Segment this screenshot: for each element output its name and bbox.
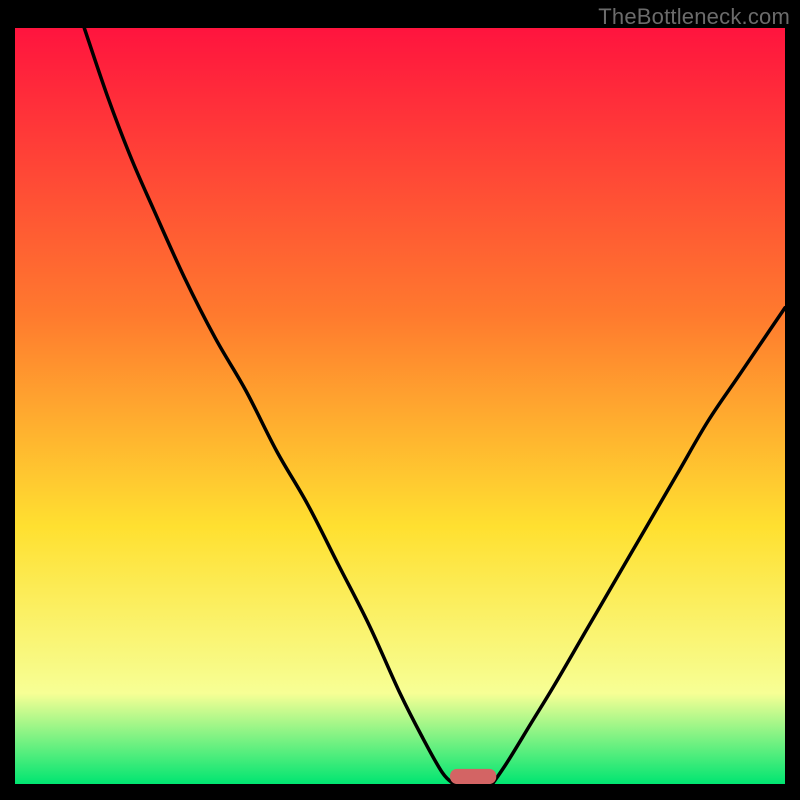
chart-svg <box>15 28 785 784</box>
bottom-marker <box>450 769 496 784</box>
chart-container: TheBottleneck.com <box>0 0 800 800</box>
plot-area <box>15 28 785 784</box>
watermark-text: TheBottleneck.com <box>598 4 790 30</box>
gradient-background <box>15 28 785 784</box>
